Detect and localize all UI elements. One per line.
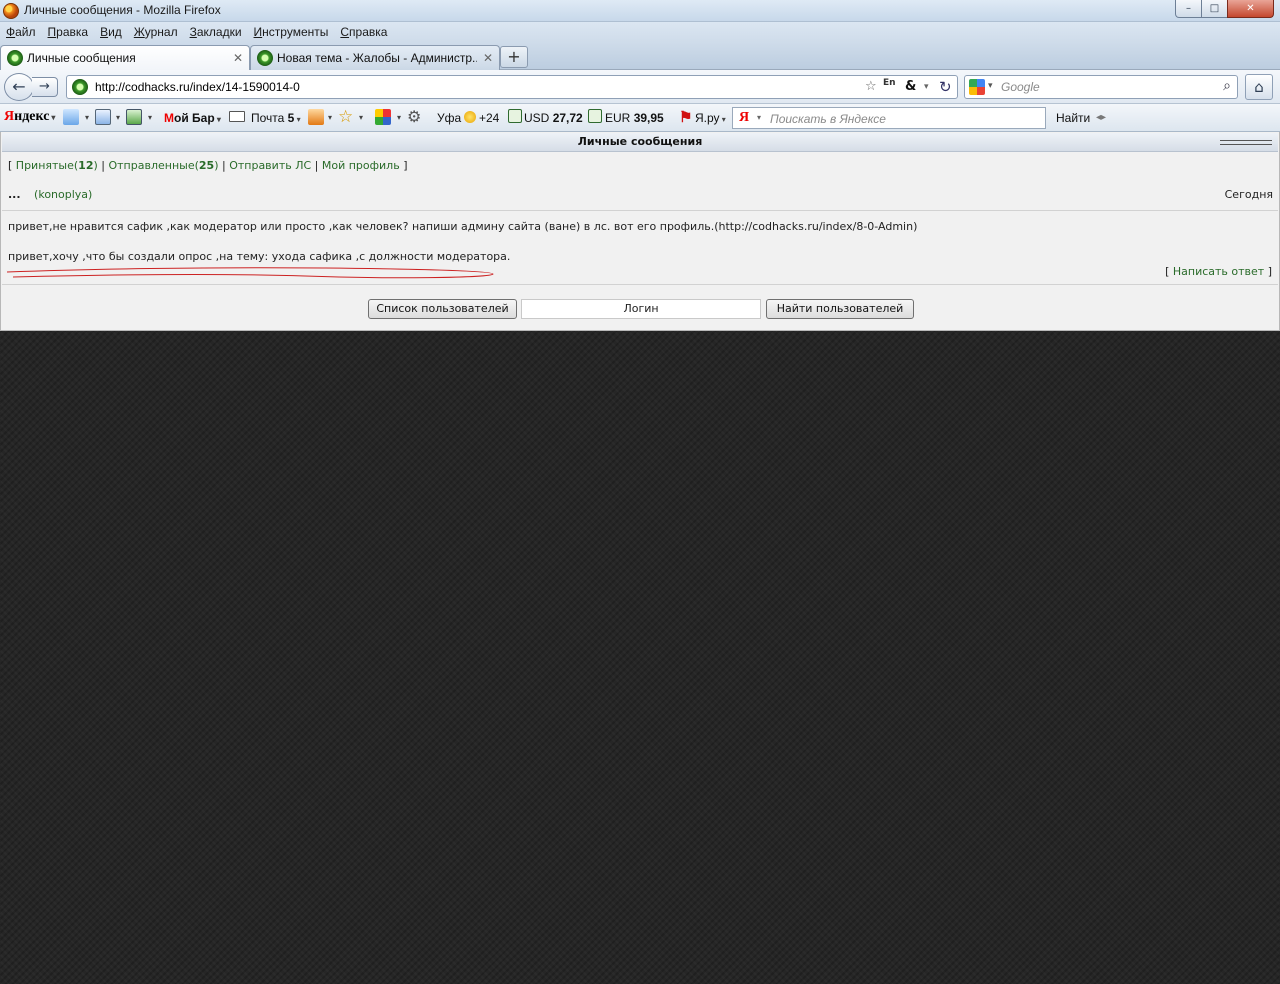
new-tab-button[interactable]: + [500, 46, 528, 68]
sender-link[interactable]: (konoplya) [34, 188, 92, 201]
close-window-button[interactable]: ✕ [1227, 0, 1274, 18]
url-text[interactable]: http://codhacks.ru/index/14-1590014-0 [95, 80, 300, 94]
menu-bookmarks[interactable]: Закладки [190, 25, 242, 39]
url-bar[interactable]: http://codhacks.ru/index/14-1590014-0 ☆ … [66, 75, 958, 99]
message-line-1: привет,не нравится сафик ,как модератор … [8, 220, 918, 233]
chevron-down-icon[interactable]: ▾ [988, 81, 993, 91]
navigation-toolbar: ← → http://codhacks.ru/index/14-1590014-… [0, 70, 1280, 104]
page-header: Личные сообщения [2, 133, 1278, 152]
chevron-down-icon[interactable]: ▾ [85, 113, 89, 122]
chevron-down-icon[interactable]: ▾ [397, 113, 401, 122]
site-favicon-icon [72, 79, 88, 95]
reload-icon[interactable]: ↻ [939, 78, 952, 96]
my-bar-menu[interactable]: Мой Бар ▾ [164, 111, 221, 125]
reply-link[interactable]: Написать ответ [1173, 265, 1264, 278]
bookmark-star-icon[interactable]: ☆ [865, 79, 877, 94]
mail-icon[interactable] [229, 111, 245, 122]
firefox-icon [3, 3, 19, 19]
tab-label: Новая тема - Жалобы - Администр... [277, 51, 477, 65]
forward-arrow-icon[interactable]: → [32, 77, 58, 97]
divider [2, 284, 1278, 285]
overflow-arrow-icon[interactable]: ◂▸ [1096, 112, 1106, 123]
minimize-button[interactable]: – [1175, 0, 1202, 18]
inbox-link[interactable]: Принятые(12) [16, 159, 98, 172]
send-pm-link[interactable]: Отправить ЛС [229, 159, 311, 172]
yandex-find-button[interactable]: Найти [1056, 111, 1090, 125]
menu-view[interactable]: Вид [100, 25, 122, 39]
login-input[interactable]: Логин [521, 299, 761, 319]
window-title: Личные сообщения - Mozilla Firefox [24, 3, 221, 17]
page-title: Личные сообщения [577, 135, 703, 148]
back-arrow-icon[interactable]: ← [4, 73, 34, 101]
tab-strip: Личные сообщения ✕ Новая тема - Жалобы -… [0, 42, 1280, 70]
chevron-down-icon[interactable]: ▾ [757, 113, 761, 122]
star-icon[interactable]: ☆ [338, 107, 353, 127]
menu-tools[interactable]: Инструменты [254, 25, 329, 39]
divider [2, 210, 1278, 211]
gear-icon[interactable]: ⚙ [407, 107, 421, 127]
site-favicon-icon [257, 50, 273, 66]
google-icon[interactable] [969, 79, 985, 95]
find-users-button[interactable]: Найти пользователей [766, 299, 914, 319]
home-icon[interactable]: ⌂ [1245, 74, 1273, 100]
site-favicon-icon [7, 50, 23, 66]
message-date: Сегодня [1224, 188, 1273, 201]
chevron-down-icon[interactable]: ▾ [148, 113, 152, 122]
my-profile-link[interactable]: Мой профиль [322, 159, 400, 172]
translate-amp-icon[interactable]: & [905, 79, 916, 94]
search-bar[interactable]: ▾ Google ⌕ [964, 75, 1238, 99]
weather-city[interactable]: Уфа [437, 111, 461, 125]
weather-temp[interactable]: +24 [479, 111, 499, 125]
yaru-link[interactable]: Я.ру ▾ [695, 111, 726, 125]
tab-label: Личные сообщения [27, 51, 136, 65]
page-translate-icon[interactable] [126, 109, 142, 125]
search-icon[interactable]: ⌕ [1223, 78, 1231, 94]
back-forward-group: ← → [4, 73, 58, 101]
maximize-button[interactable]: □ [1201, 0, 1228, 18]
tab-new-topic[interactable]: Новая тема - Жалобы - Администр... ✕ [250, 45, 500, 70]
window-titlebar: Личные сообщения - Mozilla Firefox – □ ✕ [0, 0, 1280, 22]
widgets-icon[interactable] [375, 109, 391, 125]
spellcheck-icon[interactable] [63, 109, 79, 125]
yandex-logo[interactable]: Яндекс ▾ [4, 109, 55, 125]
menu-edit[interactable]: Правка [48, 25, 89, 39]
eur-chart-icon [588, 109, 602, 123]
reply-link-wrap: [ Написать ответ ] [1165, 265, 1272, 278]
search-placeholder[interactable]: Google [1001, 80, 1040, 94]
message-meta: ... (konoplya) [8, 188, 92, 201]
yaru-icon: ⚑ [679, 109, 693, 126]
yandex-search-logo: Я [739, 110, 750, 125]
language-icon[interactable]: En [883, 78, 896, 88]
translate-icon[interactable] [95, 109, 111, 125]
usd-chart-icon [508, 109, 522, 123]
eur-rate[interactable]: EUR 39,95 [605, 111, 664, 125]
yandex-toolbar: Яндекс ▾ ▾ ▾ ▾ Мой Бар ▾ Почта 5 ▾ ▾ ☆ ▾… [0, 104, 1280, 132]
mail-button[interactable]: Почта 5 ▾ [251, 111, 301, 125]
chevron-down-icon[interactable]: ▾ [328, 113, 332, 122]
collapse-handle-icon[interactable] [1220, 140, 1272, 145]
sent-link[interactable]: Отправленные(25) [108, 159, 218, 172]
page-content: Личные сообщения [ Принятые(12) | Отправ… [0, 132, 1280, 331]
menu-bar: Файл Правка Вид Журнал Закладки Инструме… [0, 22, 1280, 42]
yandex-search-input[interactable]: Я ▾ Поискать в Яндексе [732, 107, 1046, 129]
tab-close-icon[interactable]: ✕ [483, 51, 493, 65]
folder-icon[interactable] [308, 109, 324, 125]
chevron-down-icon[interactable]: ▾ [359, 113, 363, 122]
menu-help[interactable]: Справка [340, 25, 387, 39]
chevron-down-icon[interactable]: ▾ [924, 82, 929, 92]
usd-rate[interactable]: USD 27,72 [524, 111, 583, 125]
users-list-button[interactable]: Список пользователей [368, 299, 517, 319]
chevron-down-icon[interactable]: ▾ [116, 113, 120, 122]
yandex-search-placeholder[interactable]: Поискать в Яндексе [770, 112, 886, 126]
menu-history[interactable]: Журнал [134, 25, 178, 39]
tab-close-icon[interactable]: ✕ [233, 51, 243, 65]
sun-icon [464, 111, 476, 123]
message-dots: ... [8, 188, 21, 201]
pm-nav-links: [ Принятые(12) | Отправленные(25) | Отпр… [8, 159, 408, 172]
tab-private-messages[interactable]: Личные сообщения ✕ [0, 45, 250, 70]
message-line-2: привет,хочу ,что бы создали опрос ,на те… [8, 250, 511, 263]
menu-file[interactable]: Файл [6, 25, 36, 39]
red-underline-annotation [6, 267, 494, 279]
